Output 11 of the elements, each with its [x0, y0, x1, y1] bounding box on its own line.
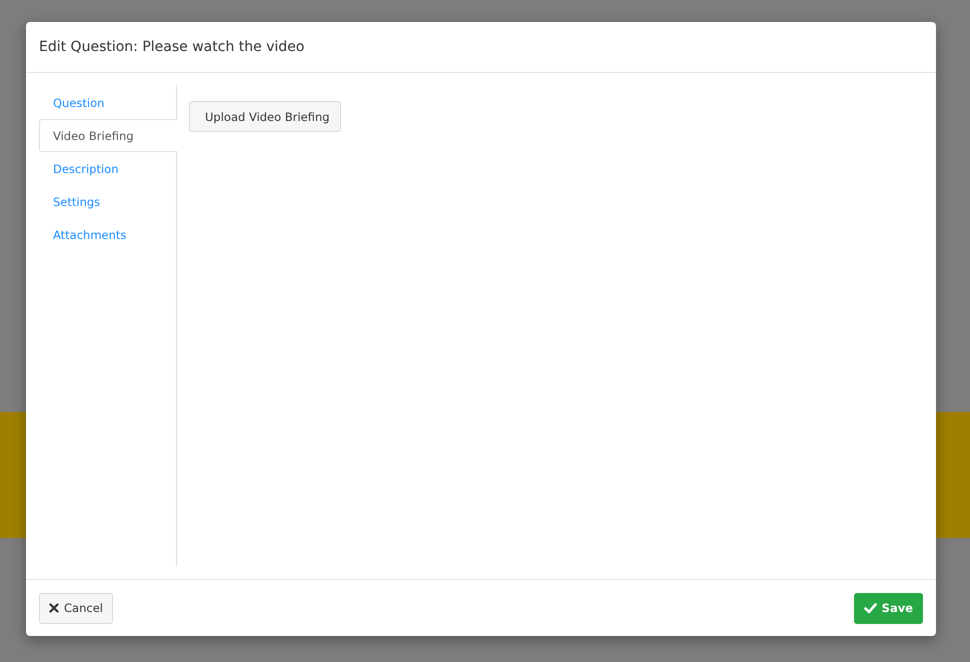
tab[interactable]: Video Briefing: [39, 119, 177, 152]
tab[interactable]: Question: [39, 86, 177, 119]
close-icon: [49, 603, 59, 613]
tab[interactable]: Description: [39, 152, 177, 185]
tab[interactable]: Settings: [39, 185, 177, 218]
check-icon: [864, 602, 877, 614]
upload-button[interactable]: Upload Video Briefing: [189, 101, 341, 132]
tab[interactable]: Attachments: [39, 218, 177, 251]
save-button[interactable]: Save: [854, 592, 923, 624]
modal-title: Edit Question: Please watch the video: [39, 39, 304, 55]
cancel-button[interactable]: Cancel: [39, 592, 113, 624]
